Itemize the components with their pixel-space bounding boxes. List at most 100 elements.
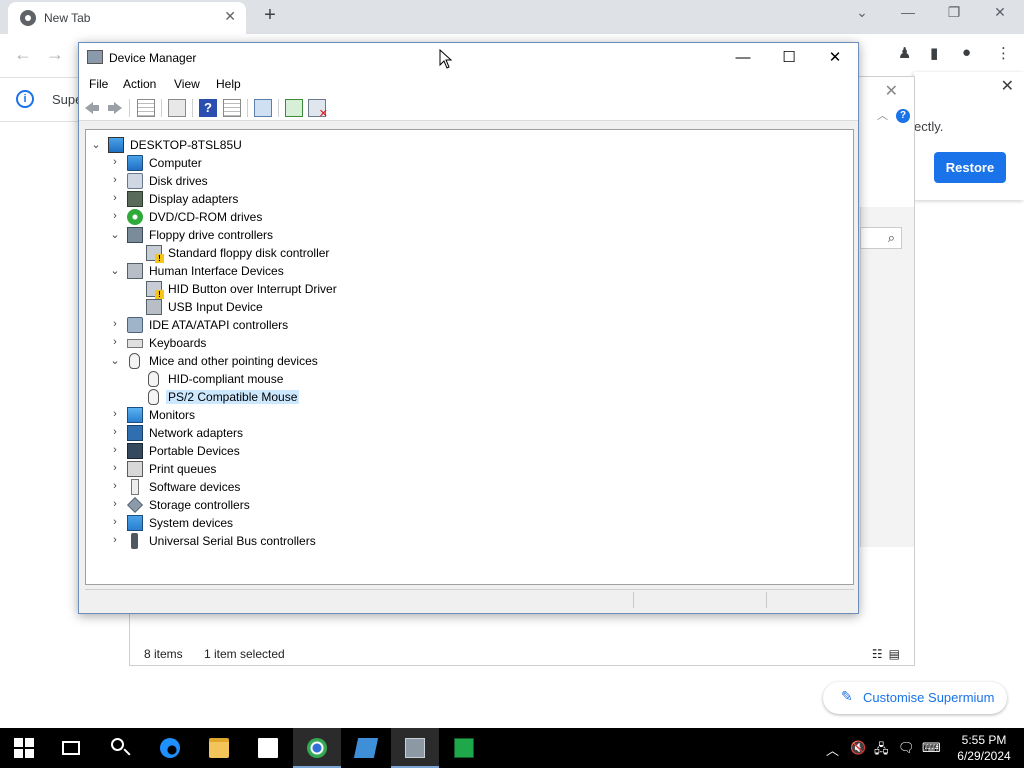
tab-search-icon[interactable]: ⌄ xyxy=(850,4,874,21)
chevron-down-icon[interactable]: ⌄ xyxy=(109,354,121,367)
chevron-right-icon[interactable]: › xyxy=(109,426,121,438)
chevron-right-icon[interactable]: › xyxy=(109,318,121,330)
chevron-right-icon[interactable]: › xyxy=(109,408,121,420)
device-category[interactable]: › Disk drives xyxy=(86,172,846,190)
taskbar-store[interactable] xyxy=(244,728,292,768)
device-category[interactable]: ⌄ Human Interface Devices xyxy=(86,262,846,280)
chevron-right-icon[interactable]: › xyxy=(109,462,121,474)
restore-button[interactable]: Restore xyxy=(934,152,1006,183)
tab-close-icon[interactable]: ✕ xyxy=(224,8,236,25)
tree-root[interactable]: ⌄ DESKTOP-8TSL85U xyxy=(86,136,846,154)
chevron-right-icon[interactable]: › xyxy=(109,534,121,546)
device-item[interactable]: PS/2 Compatible Mouse xyxy=(86,388,846,406)
device-category[interactable]: › Print queues xyxy=(86,460,846,478)
keyboard-icon[interactable]: ⌨ xyxy=(922,740,941,756)
close-icon[interactable]: ✕ xyxy=(812,46,858,70)
menu-help[interactable]: Help xyxy=(216,77,241,91)
side-panel-icon[interactable]: ▮ xyxy=(930,44,938,62)
minimize-icon[interactable]: — xyxy=(720,46,766,70)
menu-file[interactable]: File xyxy=(89,77,108,91)
back-arrow-icon[interactable]: ← xyxy=(14,44,32,65)
browser-minimize-icon[interactable]: — xyxy=(896,4,920,20)
device-item[interactable]: HID Button over Interrupt Driver xyxy=(86,280,846,299)
network-icon[interactable]: 🖧 xyxy=(874,740,889,762)
extensions-icon[interactable]: ♟ xyxy=(898,44,911,62)
device-item[interactable]: Standard floppy disk controller xyxy=(86,244,846,263)
menu-action[interactable]: Action xyxy=(123,77,156,91)
show-hide-console-tree-icon[interactable] xyxy=(137,99,155,117)
device-category[interactable]: › Storage controllers xyxy=(86,496,846,514)
display-adapter-icon xyxy=(127,191,143,207)
menu-view[interactable]: View xyxy=(174,77,200,91)
taskbar-search-button[interactable] xyxy=(97,728,145,768)
tree-item-label: PS/2 Compatible Mouse xyxy=(166,390,300,404)
device-category[interactable]: › Monitors xyxy=(86,406,846,424)
task-view-button[interactable] xyxy=(48,728,96,768)
device-category[interactable]: › Universal Serial Bus controllers xyxy=(86,532,846,550)
view-mode-icons[interactable]: ☷▤ xyxy=(872,647,906,661)
volume-muted-icon[interactable]: 🔇 xyxy=(850,740,866,756)
maximize-icon[interactable]: ☐ xyxy=(766,46,812,70)
chevron-down-icon[interactable]: ⌄ xyxy=(109,264,121,277)
uninstall-device-icon[interactable] xyxy=(308,99,328,120)
chevron-right-icon[interactable]: › xyxy=(109,174,121,186)
background-window-close-icon[interactable]: ✕ xyxy=(885,81,898,101)
back-icon[interactable] xyxy=(83,99,101,117)
forward-icon[interactable] xyxy=(106,99,124,117)
system-device-icon xyxy=(127,515,143,531)
clock[interactable]: 5:55 PM 6/29/2024 xyxy=(952,732,1016,764)
browser-close-icon[interactable]: ✕ xyxy=(988,4,1012,21)
update-driver-icon[interactable] xyxy=(285,99,303,117)
chevron-right-icon[interactable]: › xyxy=(109,498,121,510)
taskbar-edge[interactable] xyxy=(146,728,194,768)
chevron-down-icon[interactable]: ⌄ xyxy=(109,228,121,241)
help-icon[interactable]: ? xyxy=(199,99,217,117)
properties-icon[interactable] xyxy=(168,99,186,117)
device-category[interactable]: › Keyboards xyxy=(86,334,846,352)
device-category[interactable]: › IDE ATA/ATAPI controllers xyxy=(86,316,846,334)
window-title: Device Manager xyxy=(109,51,197,65)
forward-arrow-icon[interactable]: → xyxy=(46,44,64,65)
taskbar-app[interactable] xyxy=(342,728,390,768)
customise-supermium-button[interactable]: ✎ Customise Supermium xyxy=(823,682,1007,714)
action-center-icon[interactable]: 🗨 xyxy=(898,740,915,756)
chevron-right-icon[interactable]: › xyxy=(109,210,121,222)
restore-panel-close-icon[interactable]: ✕ xyxy=(1001,76,1014,96)
device-item[interactable]: HID-compliant mouse xyxy=(86,370,846,388)
search-icon: ⌕ xyxy=(887,230,895,245)
chevron-down-icon[interactable]: ⌄ xyxy=(90,138,102,151)
background-search-box[interactable]: ⌕ xyxy=(860,227,902,249)
device-category[interactable]: › Portable Devices xyxy=(86,442,846,460)
chevron-right-icon[interactable]: › xyxy=(109,192,121,204)
scan-hardware-icon[interactable] xyxy=(254,99,272,117)
device-category[interactable]: › System devices xyxy=(86,514,846,532)
device-category[interactable]: › Network adapters xyxy=(86,424,846,442)
device-category[interactable]: ⌄ Mice and other pointing devices xyxy=(86,352,846,370)
device-category[interactable]: › Software devices xyxy=(86,478,846,496)
chevron-right-icon[interactable]: › xyxy=(109,156,121,168)
action-pane-icon[interactable] xyxy=(223,99,241,117)
taskbar-device-manager[interactable] xyxy=(391,728,439,768)
show-hidden-icons-chevron-icon[interactable]: ︿ xyxy=(826,740,839,759)
device-category[interactable]: › Computer xyxy=(86,154,846,172)
profile-avatar-icon[interactable]: ● xyxy=(962,44,971,61)
new-tab-button[interactable]: + xyxy=(258,4,282,27)
browser-menu-icon[interactable]: ⋮ xyxy=(996,44,1011,62)
chevron-right-icon[interactable]: › xyxy=(109,516,121,528)
device-item[interactable]: USB Input Device xyxy=(86,298,846,316)
device-category[interactable]: › Display adapters xyxy=(86,190,846,208)
taskbar-app[interactable] xyxy=(440,728,488,768)
taskbar-chromium[interactable] xyxy=(293,728,341,768)
browser-restore-icon[interactable]: ❐ xyxy=(942,4,966,21)
browser-tab[interactable]: New Tab ✕ xyxy=(8,2,246,34)
chevron-right-icon[interactable]: › xyxy=(109,444,121,456)
chevron-right-icon[interactable]: › xyxy=(109,480,121,492)
device-category[interactable]: ⌄ Floppy drive controllers xyxy=(86,226,846,244)
start-button[interactable] xyxy=(0,728,48,768)
help-icon[interactable]: ? xyxy=(896,109,910,123)
taskbar-file-explorer[interactable] xyxy=(195,728,243,768)
device-category[interactable]: › DVD/CD-ROM drives xyxy=(86,208,846,226)
device-manager-titlebar[interactable]: Device Manager — ☐ ✕ xyxy=(79,43,858,73)
chevron-up-icon[interactable]: ︿ xyxy=(877,107,888,123)
chevron-right-icon[interactable]: › xyxy=(109,336,121,348)
